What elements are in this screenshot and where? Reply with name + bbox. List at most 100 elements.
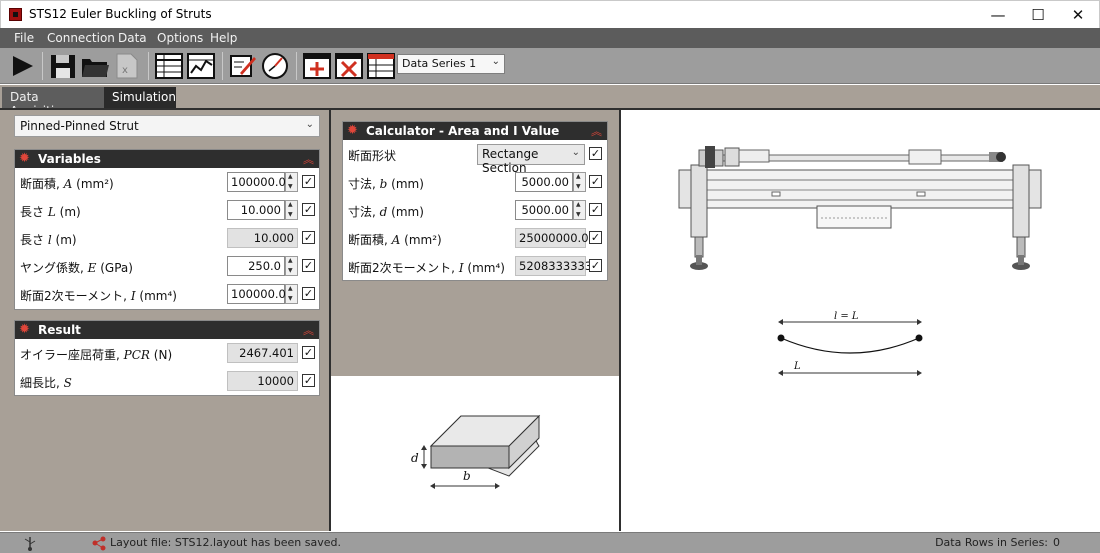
- area-input[interactable]: 100000.00: [227, 172, 293, 192]
- slenderness-checkbox[interactable]: ✓: [302, 374, 315, 387]
- collapse-icon[interactable]: ︽: [591, 123, 602, 139]
- status-message: Layout file: STS12.layout has been saved…: [110, 536, 341, 549]
- b-dimension-label: b: [463, 469, 471, 483]
- menu-data[interactable]: Data: [118, 31, 147, 45]
- menu-connection[interactable]: Connection: [47, 31, 115, 45]
- buckled-strut-curve: [780, 337, 920, 354]
- calc-label: 寸法, d (mm): [348, 205, 424, 219]
- gear-icon: ✹: [347, 123, 358, 138]
- apparatus-diagram: l = L L: [678, 146, 1042, 376]
- youngs-modulus-spinner[interactable]: [285, 256, 298, 276]
- toolbar: x Data Series 1 ⌄: [0, 48, 1100, 84]
- area-spinner[interactable]: [285, 172, 298, 192]
- d-dimension-label: d: [411, 451, 419, 465]
- chevron-down-icon: ⌄: [491, 56, 500, 67]
- pin-end-left: [777, 334, 785, 342]
- result-label: オイラー座屈荷重, PCR (N): [20, 348, 173, 362]
- variable-row-second-moment: 断面2次モーメント, I (mm⁴) 100000.00 ✓: [15, 280, 319, 308]
- table-clear-icon[interactable]: [366, 51, 396, 81]
- dimension-b-input[interactable]: 5000.00: [515, 172, 573, 192]
- length-l-checkbox[interactable]: ✓: [302, 231, 315, 244]
- dimension-b-spinner[interactable]: [573, 172, 586, 192]
- tab-bar: Data Aquisition Simulation: [0, 85, 1100, 118]
- svg-text:x: x: [122, 65, 128, 76]
- left-column: Pinned-Pinned Strut ⌄ ✹ Variables ︽ 断面積,…: [0, 110, 331, 531]
- second-moment-spinner[interactable]: [285, 284, 298, 304]
- calc-row-second-moment: 断面2次モーメント, I (mm⁴) 5208333333 ✓: [343, 252, 607, 280]
- dimension-b-checkbox[interactable]: ✓: [589, 175, 602, 188]
- tab-simulation[interactable]: Simulation: [104, 87, 176, 108]
- dimension-d-input[interactable]: 5000.00: [515, 200, 573, 220]
- variable-row-length-L: 長さ L (m) 10.000 ✓: [15, 196, 319, 224]
- slenderness-value: 10000: [227, 371, 298, 391]
- close-button[interactable]: ✕: [1055, 1, 1100, 29]
- area-checkbox[interactable]: ✓: [302, 175, 315, 188]
- variable-label: 断面積, A (mm²): [20, 177, 114, 191]
- menu-help[interactable]: Help: [210, 31, 237, 45]
- calculator-title: Calculator - Area and I Value: [366, 124, 560, 138]
- calc-area-checkbox[interactable]: ✓: [589, 231, 602, 244]
- status-bar: Layout file: STS12.layout has been saved…: [0, 532, 1100, 553]
- effective-length-label: l = L: [834, 311, 859, 322]
- toolbar-separator: [296, 52, 297, 80]
- usb-icon: [24, 537, 36, 551]
- title-bar: STS12 Euler Buckling of Struts — ☐ ✕: [0, 0, 1100, 28]
- length-L-checkbox[interactable]: ✓: [302, 203, 315, 216]
- add-row-icon[interactable]: [302, 51, 332, 81]
- euler-load-checkbox[interactable]: ✓: [302, 346, 315, 359]
- gauge-icon[interactable]: [260, 51, 290, 81]
- section-shape-dropdown[interactable]: Rectange Section ⌄: [477, 144, 585, 175]
- window-title: STS12 Euler Buckling of Struts: [29, 7, 212, 21]
- toolbar-separator: [222, 52, 223, 80]
- app-logo-icon: [9, 8, 22, 21]
- chart-icon[interactable]: [186, 51, 216, 81]
- variable-label: 長さ l (m): [20, 233, 77, 247]
- calc-label: 断面2次モーメント, I (mm⁴): [348, 261, 505, 275]
- edit-icon[interactable]: [228, 51, 258, 81]
- data-series-dropdown[interactable]: Data Series 1 ⌄: [397, 54, 505, 74]
- main-area: Pinned-Pinned Strut ⌄ ✹ Variables ︽ 断面積,…: [0, 108, 1100, 531]
- dimension-d-checkbox[interactable]: ✓: [589, 203, 602, 216]
- calc-row-b: 寸法, b (mm) 5000.00 ✓: [343, 168, 607, 196]
- open-folder-icon[interactable]: [80, 51, 110, 81]
- second-moment-checkbox[interactable]: ✓: [302, 287, 315, 300]
- chevron-down-icon: ⌄: [305, 119, 314, 130]
- length-label: L: [793, 361, 801, 372]
- section-figure: d b: [331, 376, 619, 531]
- play-icon[interactable]: [7, 51, 37, 81]
- calculator-panel: ✹ Calculator - Area and I Value ︽ 断面形状 R…: [342, 121, 608, 281]
- strut-type-dropdown[interactable]: Pinned-Pinned Strut ⌄: [14, 115, 320, 137]
- menu-options[interactable]: Options: [157, 31, 203, 45]
- variables-title: Variables: [38, 152, 101, 166]
- result-panel: ✹ Result ︽ オイラー座屈荷重, PCR (N) 2467.401 ✓ …: [14, 320, 320, 396]
- share-icon: [92, 536, 106, 551]
- calc-second-moment-value: 5208333333: [515, 256, 592, 276]
- toolbar-separator: [148, 52, 149, 80]
- tab-data-aquisition[interactable]: Data Aquisition: [2, 87, 104, 118]
- data-rows-value: 0: [1053, 536, 1060, 549]
- section-shape-checkbox[interactable]: ✓: [589, 147, 602, 160]
- gear-icon: ✹: [19, 322, 30, 337]
- chevron-down-icon: ⌄: [571, 147, 580, 158]
- table-icon[interactable]: [154, 51, 184, 81]
- second-moment-input[interactable]: 100000.00: [227, 284, 293, 304]
- collapse-icon[interactable]: ︽: [303, 151, 314, 167]
- save-icon[interactable]: [48, 51, 78, 81]
- calculator-header: ✹ Calculator - Area and I Value ︽: [343, 122, 607, 140]
- section-shape-row: 断面形状 Rectange Section ⌄ ✓: [343, 140, 607, 175]
- delete-row-icon[interactable]: [334, 51, 364, 81]
- length-L-input[interactable]: 10.000: [227, 200, 285, 220]
- strut-type-value: Pinned-Pinned Strut: [20, 119, 139, 133]
- variable-label: 長さ L (m): [20, 205, 81, 219]
- excel-icon[interactable]: x: [112, 51, 142, 81]
- length-L-spinner[interactable]: [285, 200, 298, 220]
- result-title: Result: [38, 323, 81, 337]
- menu-file[interactable]: File: [14, 31, 34, 45]
- collapse-icon[interactable]: ︽: [303, 322, 314, 338]
- gear-icon: ✹: [19, 151, 30, 166]
- calc-second-moment-checkbox[interactable]: ✓: [589, 259, 602, 272]
- dimension-d-spinner[interactable]: [573, 200, 586, 220]
- youngs-modulus-input[interactable]: 250.0: [227, 256, 285, 276]
- test-frame-illustration: [678, 146, 1042, 270]
- youngs-modulus-checkbox[interactable]: ✓: [302, 259, 315, 272]
